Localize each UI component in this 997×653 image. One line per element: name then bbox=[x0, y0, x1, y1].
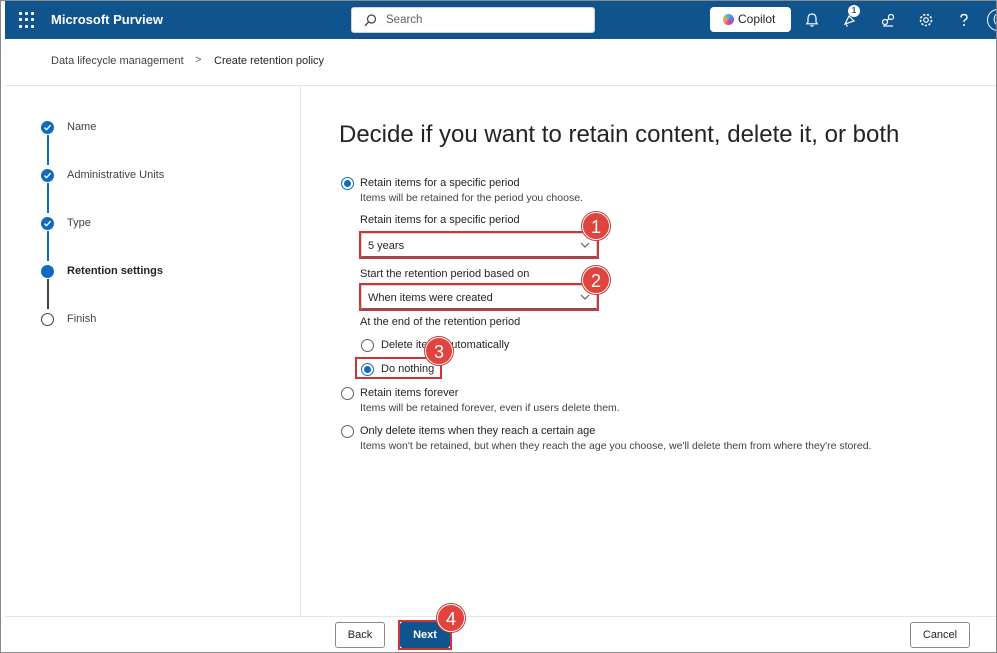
wizard-footer: Back Next 4 Cancel bbox=[5, 604, 996, 652]
step-current-icon bbox=[41, 265, 54, 278]
step-label: Administrative Units bbox=[67, 169, 165, 181]
retain-forever-radio[interactable] bbox=[341, 387, 354, 400]
page-title: Decide if you want to retain content, de… bbox=[339, 121, 900, 148]
step-label: Name bbox=[67, 121, 97, 133]
period-field-label: Retain items for a specific period bbox=[360, 214, 520, 226]
avatar[interactable]: ( bbox=[987, 9, 996, 31]
gear-icon[interactable] bbox=[917, 11, 935, 29]
step-marker-2: 2 bbox=[582, 266, 610, 294]
copilot-label: Copilot bbox=[738, 12, 776, 26]
bell-icon[interactable] bbox=[803, 11, 821, 29]
step-connector bbox=[47, 135, 49, 165]
step-connector bbox=[47, 183, 49, 213]
breadcrumb-current: Create retention policy bbox=[214, 55, 325, 67]
retain-forever-label: Retain items forever bbox=[360, 387, 459, 399]
app-launcher-icon[interactable] bbox=[19, 12, 35, 28]
retain-specific-period-radio[interactable] bbox=[341, 177, 354, 190]
breadcrumb: Data lifecycle management > Create reten… bbox=[5, 39, 996, 86]
step-label: Finish bbox=[67, 313, 97, 325]
breadcrumb-parent-link[interactable]: Data lifecycle management bbox=[51, 55, 184, 67]
copilot-icon bbox=[723, 14, 734, 25]
search-icon bbox=[364, 14, 377, 27]
cancel-button[interactable]: Cancel bbox=[910, 622, 970, 648]
retain-specific-period-desc: Items will be retained for the period yo… bbox=[360, 192, 583, 204]
step-label: Type bbox=[67, 217, 91, 229]
app-name[interactable]: Microsoft Purview bbox=[51, 12, 163, 27]
retain-forever-desc: Items will be retained forever, even if … bbox=[360, 402, 620, 414]
connections-icon[interactable] bbox=[879, 11, 897, 29]
step-pending-icon bbox=[41, 313, 54, 326]
delete-only-desc: Items won't be retained, but when they r… bbox=[360, 440, 872, 452]
step-connector bbox=[47, 279, 49, 309]
step-complete-icon bbox=[41, 217, 54, 230]
highlight-box bbox=[359, 231, 599, 259]
breadcrumb-separator: > bbox=[195, 54, 202, 66]
step-complete-icon bbox=[41, 121, 54, 134]
search-box[interactable]: Search bbox=[351, 7, 595, 33]
copilot-button[interactable]: Copilot bbox=[710, 7, 791, 32]
app-window: Microsoft Purview Search Copilot 1 (Dat… bbox=[0, 0, 997, 653]
delete-only-label: Only delete items when they reach a cert… bbox=[360, 425, 596, 437]
notification-badge: 1 bbox=[848, 5, 860, 17]
step-label: Retention settings bbox=[67, 265, 163, 277]
retain-specific-period-label: Retain items for a specific period bbox=[360, 177, 520, 189]
delete-automatically-radio[interactable] bbox=[361, 339, 374, 352]
start-field-label: Start the retention period based on bbox=[360, 268, 530, 280]
search-placeholder: Search bbox=[386, 14, 423, 26]
end-period-label: At the end of the retention period bbox=[360, 316, 521, 328]
main-content: Decide if you want to retain content, de… bbox=[302, 86, 996, 616]
wizard-steps: Name Administrative Units Type Retention… bbox=[5, 86, 301, 616]
step-marker-1: 1 bbox=[582, 212, 610, 240]
step-marker-3: 3 bbox=[425, 337, 453, 365]
highlight-box bbox=[359, 283, 599, 311]
step-marker-4: 4 bbox=[437, 604, 465, 632]
step-connector bbox=[47, 231, 49, 261]
back-button[interactable]: Back bbox=[335, 622, 385, 648]
step-complete-icon bbox=[41, 169, 54, 182]
delete-only-radio[interactable] bbox=[341, 425, 354, 438]
help-icon[interactable] bbox=[955, 11, 973, 29]
top-bar: Microsoft Purview Search Copilot 1 ( bbox=[5, 1, 996, 39]
